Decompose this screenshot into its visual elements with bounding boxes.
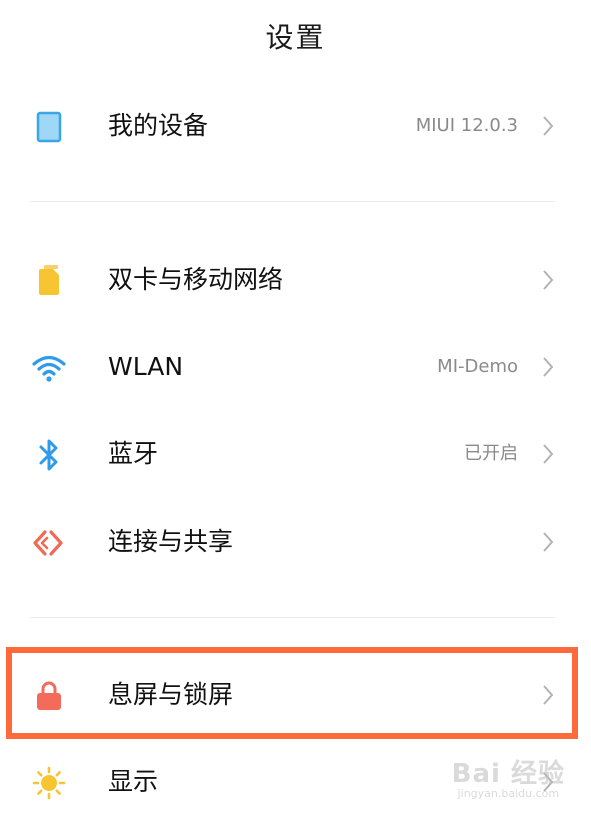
chevron-right-icon (540, 443, 556, 465)
settings-item-label: WLAN (108, 352, 184, 381)
settings-item-label: 显示 (108, 767, 159, 796)
chevron-right-icon (540, 115, 556, 137)
settings-item-label: 连接与共享 (108, 527, 234, 556)
settings-item-label: 我的设备 (108, 111, 209, 140)
settings-item-label: 蓝牙 (108, 439, 159, 468)
chevron-right-icon (540, 356, 556, 378)
settings-item-connection-sharing[interactable]: 连接与共享 (0, 502, 591, 582)
baidu-watermark: Bai 经验 jingyan.baidu.com (452, 753, 565, 800)
tablet-icon (30, 108, 68, 146)
sim-card-icon (30, 262, 68, 300)
chevron-right-icon (540, 531, 556, 553)
section-divider (30, 201, 555, 202)
sun-icon (30, 764, 68, 802)
settings-item-value: MIUI 12.0.3 (415, 115, 518, 136)
settings-item-wlan[interactable]: WLAN MI-Demo (0, 327, 591, 407)
settings-item-label: 双卡与移动网络 (108, 265, 284, 294)
settings-item-bluetooth[interactable]: 蓝牙 已开启 (0, 414, 591, 494)
bluetooth-icon (30, 436, 68, 474)
watermark-main: Bai 经验 (451, 759, 565, 789)
settings-item-value: MI-Demo (437, 356, 518, 377)
settings-item-value: 已开启 (464, 443, 518, 464)
settings-item-sim-network[interactable]: 双卡与移动网络 (0, 240, 591, 320)
page-title: 设置 (265, 21, 326, 54)
connection-share-icon (30, 524, 68, 562)
highlight-box (6, 647, 578, 739)
chevron-right-icon (540, 269, 556, 291)
section-divider (30, 617, 555, 618)
watermark-sub: jingyan.baidu.com (457, 787, 560, 800)
settings-item-my-device[interactable]: 我的设备 MIUI 12.0.3 (0, 86, 591, 166)
wifi-icon (30, 349, 68, 387)
